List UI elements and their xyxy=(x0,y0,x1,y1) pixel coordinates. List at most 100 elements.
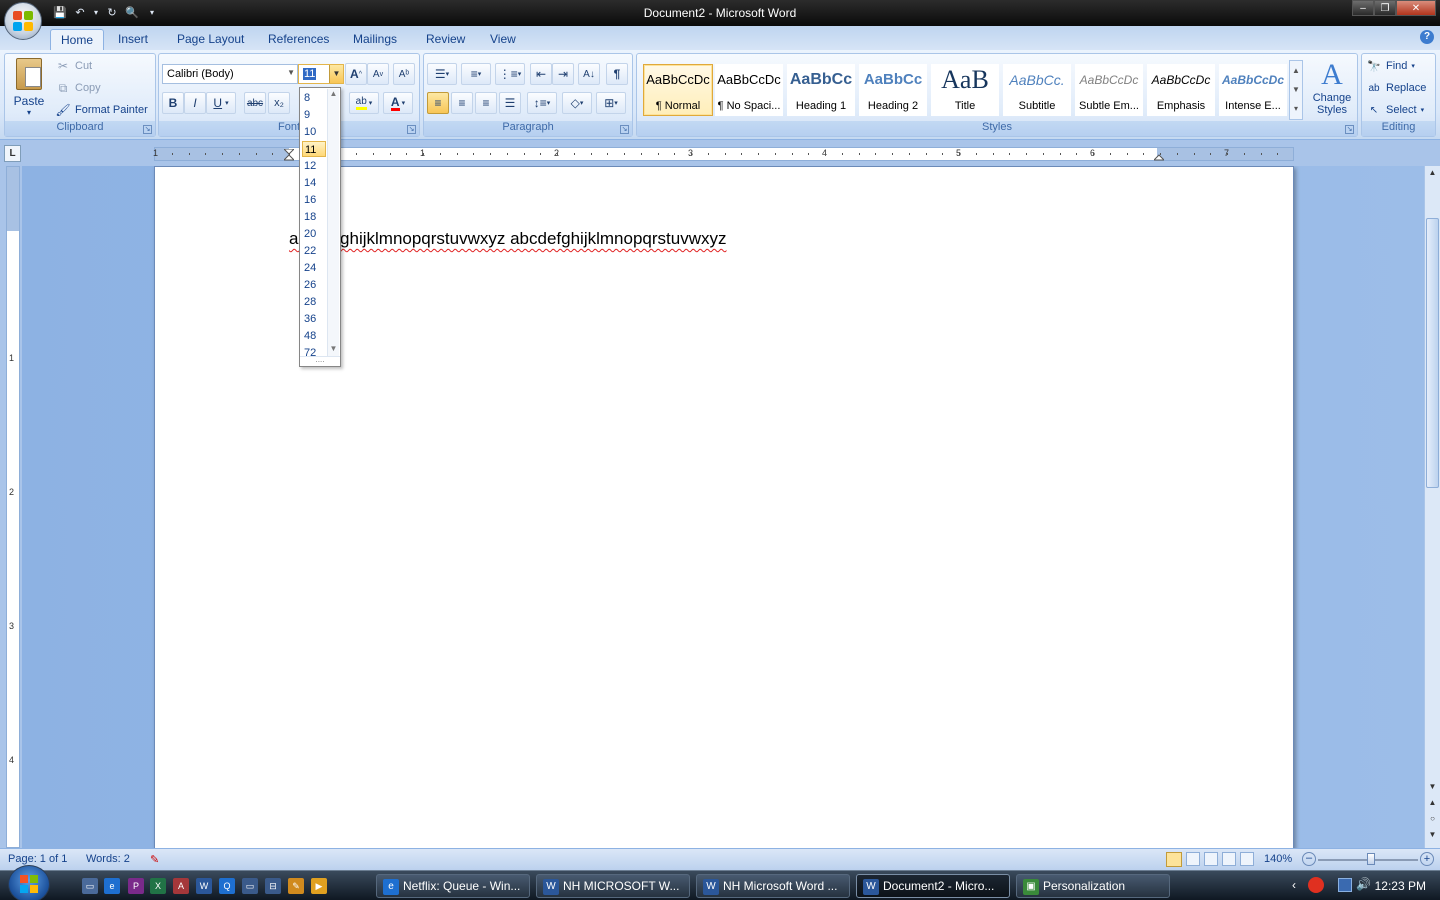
tray-app-icon[interactable] xyxy=(1308,877,1324,893)
style-normal[interactable]: AaBbCcDc ¶ Normal xyxy=(643,64,713,116)
font-size-option[interactable]: 22 xyxy=(302,243,326,259)
align-right-button[interactable]: ≡ xyxy=(475,92,497,114)
close-button[interactable]: ✕ xyxy=(1396,0,1436,16)
borders-button[interactable]: ⊞ ▾ xyxy=(596,92,626,114)
access-icon[interactable]: A xyxy=(173,878,189,894)
style-title[interactable]: AaB Title xyxy=(931,64,999,116)
show-formatting-button[interactable]: ¶ xyxy=(606,63,628,85)
more-styles-icon[interactable]: ▾ xyxy=(1290,99,1302,118)
taskbar-item[interactable]: e Netflix: Queue - Win... xyxy=(376,874,530,898)
font-size-option[interactable]: 9 xyxy=(302,107,326,123)
tab-mailings[interactable]: Mailings xyxy=(343,29,407,50)
style-heading-1[interactable]: AaBbCc Heading 1 xyxy=(787,64,855,116)
zoom-level[interactable]: 140% xyxy=(1264,853,1292,865)
grow-font-button[interactable]: A ^ xyxy=(345,63,367,85)
right-indent-marker[interactable] xyxy=(1152,149,1166,161)
taskbar-item[interactable]: W NH MICROSOFT W... xyxy=(536,874,690,898)
bold-button[interactable]: B xyxy=(162,92,184,114)
taskbar-item[interactable]: W NH Microsoft Word ... xyxy=(696,874,850,898)
find-button[interactable]: 🔭 Find ▾ xyxy=(1366,56,1415,76)
page-count[interactable]: Page: 1 of 1 xyxy=(8,853,67,865)
outline-view-icon[interactable] xyxy=(1222,852,1236,866)
increase-indent-button[interactable]: ⇥ xyxy=(552,63,574,85)
scroll-down-icon[interactable]: ▼ xyxy=(1426,782,1439,796)
left-indent-marker[interactable] xyxy=(282,148,296,161)
show-desktop-icon[interactable]: ▭ xyxy=(82,878,98,894)
scroll-down-icon[interactable]: ▼ xyxy=(1290,80,1302,99)
restore-button[interactable]: ❐ xyxy=(1374,0,1396,16)
taskbar-item[interactable]: ▣ Personalization xyxy=(1016,874,1170,898)
document-text[interactable]: abcdefghijklmnopqrstuvwxyz abcdefghijklm… xyxy=(289,229,726,249)
volume-icon[interactable]: 🔊 xyxy=(1356,877,1371,891)
styles-gallery-scroll[interactable]: ▲ ▼ ▾ xyxy=(1289,60,1303,120)
word-count[interactable]: Words: 2 xyxy=(86,853,130,865)
browse-object-icon[interactable]: ○ xyxy=(1426,814,1439,828)
zoom-out-icon[interactable]: – xyxy=(1302,852,1316,866)
scrollbar-thumb[interactable] xyxy=(1426,218,1439,488)
taskbar-item-active[interactable]: W Document2 - Micro... xyxy=(856,874,1010,898)
style-intense-emphasis[interactable]: AaBbCcDc Intense E... xyxy=(1219,64,1287,116)
font-size-option[interactable]: 20 xyxy=(302,226,326,242)
style-heading-2[interactable]: AaBbCc Heading 2 xyxy=(859,64,927,116)
sort-button[interactable]: A↓ xyxy=(578,63,600,85)
media-player-icon[interactable]: ▶ xyxy=(311,878,327,894)
font-dialog-launcher[interactable]: ↘ xyxy=(407,125,416,134)
align-left-button[interactable]: ≡ xyxy=(427,92,449,114)
scroll-down-icon[interactable]: ▼ xyxy=(328,344,339,353)
publisher-icon[interactable]: P xyxy=(128,878,144,894)
style-subtitle[interactable]: AaBbCc. Subtitle xyxy=(1003,64,1071,116)
font-family-combo[interactable]: Calibri (Body) ▼ xyxy=(162,64,298,84)
print-layout-view-icon[interactable] xyxy=(1166,852,1182,867)
shading-button[interactable]: ◇ ▾ xyxy=(562,92,592,114)
clear-formatting-button[interactable]: Aᵇ xyxy=(393,63,415,85)
zoom-in-icon[interactable]: + xyxy=(1420,852,1434,866)
tab-home[interactable]: Home xyxy=(50,29,105,50)
numbering-button[interactable]: ≡ ▾ xyxy=(461,63,491,85)
multilevel-list-button[interactable]: ⋮≡ ▾ xyxy=(495,63,525,85)
style-no-spacing[interactable]: AaBbCcDc ¶ No Spaci... xyxy=(715,64,783,116)
office-button[interactable] xyxy=(4,2,42,40)
tab-references[interactable]: References xyxy=(258,29,339,50)
full-screen-reading-icon[interactable] xyxy=(1186,852,1200,866)
previous-page-icon[interactable]: ▲ xyxy=(1426,798,1439,812)
underline-button[interactable]: U ▾ xyxy=(206,92,236,114)
align-center-button[interactable]: ≡ xyxy=(451,92,473,114)
excel-icon[interactable]: X xyxy=(150,878,166,894)
font-size-option[interactable]: 16 xyxy=(302,192,326,208)
paste-button[interactable]: Paste ▾ xyxy=(9,58,49,120)
bullets-button[interactable]: ☰ ▾ xyxy=(427,63,457,85)
zoom-slider-thumb[interactable] xyxy=(1367,853,1375,865)
replace-button[interactable]: ab Replace xyxy=(1366,78,1426,98)
network-icon[interactable]: ⊟ xyxy=(265,878,281,894)
font-size-option[interactable]: 24 xyxy=(302,260,326,276)
tray-expand-icon[interactable]: ‹ xyxy=(1292,878,1296,892)
tab-selector[interactable]: L xyxy=(4,145,21,162)
text-highlight-button[interactable]: ab ▾ xyxy=(349,92,379,114)
font-color-button[interactable]: A ▾ xyxy=(383,92,413,114)
word-icon[interactable]: W xyxy=(196,878,212,894)
minimize-button[interactable]: – xyxy=(1352,0,1374,16)
vertical-ruler[interactable]: 1 2 3 4 xyxy=(6,166,20,848)
font-size-option[interactable]: 10 xyxy=(302,124,326,140)
font-size-option[interactable]: 72 xyxy=(302,345,326,361)
styles-dialog-launcher[interactable]: ↘ xyxy=(1345,125,1354,134)
draft-view-icon[interactable] xyxy=(1240,852,1254,866)
subscript-button[interactable]: x₂ xyxy=(268,92,290,114)
internet-explorer-icon[interactable]: e xyxy=(104,878,120,894)
proofing-icon[interactable]: ✎ xyxy=(150,853,159,866)
font-size-option[interactable]: 48 xyxy=(302,328,326,344)
copy-button[interactable]: ⧉ Copy xyxy=(55,78,101,98)
line-spacing-button[interactable]: ↕≡ ▾ xyxy=(527,92,557,114)
font-size-option[interactable]: 18 xyxy=(302,209,326,225)
clipboard-dialog-launcher[interactable]: ↘ xyxy=(143,125,152,134)
font-size-option[interactable]: 8 xyxy=(302,90,326,106)
font-size-combo[interactable]: 11 ▼ xyxy=(298,64,344,84)
font-size-dropdown-button[interactable]: ▼ xyxy=(329,65,343,83)
style-subtle-emphasis[interactable]: AaBbCcDc Subtle Em... xyxy=(1075,64,1143,116)
tab-view[interactable]: View xyxy=(480,29,526,50)
scroll-up-icon[interactable]: ▲ xyxy=(1290,61,1302,80)
change-styles-button[interactable]: A Change Styles xyxy=(1307,58,1357,122)
monitor-icon[interactable]: ▭ xyxy=(242,878,258,894)
strikethrough-button[interactable]: abc xyxy=(244,92,266,114)
vertical-scrollbar[interactable]: ▲ ▼ ▲ ○ ▼ xyxy=(1424,166,1440,848)
